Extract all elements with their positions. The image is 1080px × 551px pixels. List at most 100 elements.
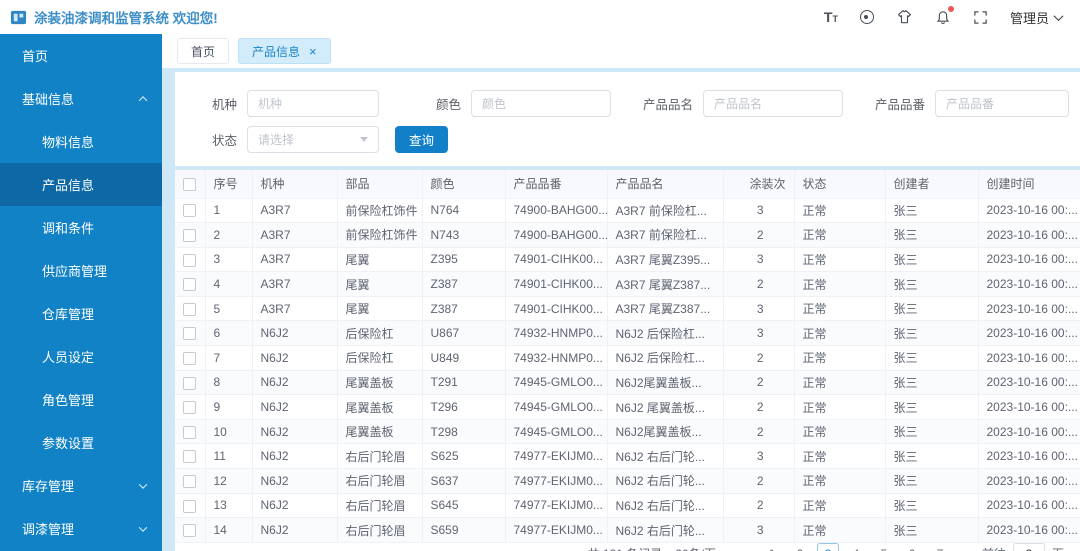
- cell-part: 尾翼盖板: [337, 419, 423, 445]
- row-checkbox[interactable]: [183, 253, 197, 267]
- row-checkbox[interactable]: [183, 401, 197, 415]
- row-checkbox[interactable]: [183, 376, 197, 390]
- cell-product-name: A3R7 前保险杠...: [607, 222, 724, 248]
- status-select[interactable]: 请选择: [247, 126, 379, 153]
- product-no-label: 产品品番: [874, 98, 925, 112]
- row-checkbox[interactable]: [183, 229, 197, 243]
- cell-part: 前保险杠饰件: [337, 222, 423, 248]
- sidebar-item-参数设置[interactable]: 参数设置: [0, 421, 162, 464]
- user-name: 管理员: [1009, 10, 1049, 26]
- cell-part: 尾翼: [337, 271, 423, 297]
- cell-product-name: A3R7 尾翼Z395...: [607, 247, 724, 273]
- cell-product-name: N6J2尾翼盖板...: [607, 419, 724, 445]
- search-button[interactable]: 查询: [395, 126, 449, 153]
- close-icon[interactable]: ×: [309, 45, 317, 58]
- cell-coat-count: 3: [723, 320, 795, 347]
- cell-part: 后保险杠: [337, 345, 423, 371]
- page-button-5[interactable]: 5: [873, 543, 895, 551]
- cell-part: 右后门轮眉: [337, 443, 423, 470]
- page-button-4[interactable]: 4: [845, 543, 867, 551]
- row-checkbox[interactable]: [183, 352, 197, 366]
- cell-index: 2: [205, 222, 253, 248]
- prev-page-button[interactable]: ‹: [743, 546, 748, 551]
- row-checkbox[interactable]: [183, 278, 197, 292]
- cell-coat-count: 3: [723, 443, 795, 470]
- page-button-1[interactable]: 1: [761, 543, 783, 551]
- page-button-3[interactable]: 3: [816, 542, 839, 551]
- product-no-input[interactable]: [935, 90, 1069, 117]
- sidebar-item-home[interactable]: 首页: [0, 34, 162, 77]
- cell-index: 4: [205, 271, 253, 297]
- cell-product-name: N6J2 尾翼盖板...: [607, 394, 724, 420]
- page-size-select[interactable]: 20条/页: [675, 545, 730, 551]
- page-button-2[interactable]: 2: [789, 543, 811, 551]
- column-header-product-name: 产品品名: [607, 170, 724, 199]
- cell-product-no: 74932-HNMP0...: [505, 320, 608, 347]
- row-checkbox[interactable]: [183, 474, 197, 488]
- notification-badge: [947, 5, 954, 12]
- row-checkbox[interactable]: [183, 524, 197, 538]
- sidebar-item-供应商管理[interactable]: 供应商管理: [0, 249, 162, 292]
- chevron-up-icon: [138, 95, 148, 105]
- cell-index: 7: [205, 345, 253, 371]
- machine-input[interactable]: [247, 90, 379, 117]
- theme-icon[interactable]: [896, 9, 913, 25]
- table-row: 1 A3R7 前保险杠饰件 N764 74900-BAHG00... A3R7 前保险杠.…: [175, 198, 1080, 224]
- sidebar-group-paint-mixing[interactable]: 调漆管理: [0, 507, 162, 550]
- sidebar-group-inventory[interactable]: 库存管理: [0, 464, 162, 507]
- sidebar-item-角色管理[interactable]: 角色管理: [0, 378, 162, 421]
- cell-color: T291: [422, 370, 506, 396]
- cell-index: 12: [205, 468, 253, 494]
- tab-label: 产品信息: [252, 44, 301, 59]
- tab-home[interactable]: 首页: [177, 38, 230, 64]
- sidebar-item-物料信息[interactable]: 物料信息: [0, 120, 162, 163]
- color-input[interactable]: [471, 90, 611, 117]
- target-icon[interactable]: [859, 10, 874, 24]
- cell-machine: N6J2: [252, 517, 338, 543]
- fullscreen-icon[interactable]: [973, 10, 988, 25]
- sidebar-item-仓库管理[interactable]: 仓库管理: [0, 292, 162, 335]
- cell-created-at: 2023-10-16 00:...: [978, 345, 1080, 371]
- cell-creator: 张三: [885, 296, 979, 322]
- cell-status: 正常: [794, 271, 886, 297]
- cell-machine: A3R7: [252, 247, 338, 273]
- table-row: 3 A3R7 尾翼 Z395 74901-CIHK00... A3R7 尾翼Z395...…: [175, 247, 1080, 273]
- row-checkbox[interactable]: [183, 302, 197, 316]
- cell-status: 正常: [794, 468, 886, 494]
- table-row: 12 N6J2 右后门轮眉 S637 74977-EKIJM0... N6J2 右后门轮.…: [175, 468, 1080, 494]
- goto-page-input[interactable]: [1012, 542, 1045, 551]
- select-all-checkbox[interactable]: [183, 177, 197, 191]
- status-select-placeholder: 请选择: [258, 133, 295, 147]
- cell-creator: 张三: [885, 419, 979, 445]
- goto-label: 前往: [982, 545, 1006, 551]
- caret-down-icon: [1053, 10, 1064, 21]
- cell-product-no: 74977-EKIJM0...: [505, 493, 608, 519]
- pagination-pages: 1234567: [761, 542, 951, 551]
- cell-product-no: 74901-CIHK00...: [505, 296, 608, 322]
- sidebar-item-调和条件[interactable]: 调和条件: [0, 206, 162, 249]
- sidebar-group-basic-info[interactable]: 基础信息: [0, 77, 162, 120]
- cell-coat-count: 2: [723, 493, 795, 519]
- user-menu[interactable]: 管理员: [1009, 8, 1064, 27]
- sidebar-item-人员设定[interactable]: 人员设定: [0, 335, 162, 378]
- page-button-6[interactable]: 6: [901, 543, 923, 551]
- cell-color: Z387: [422, 296, 506, 322]
- cell-status: 正常: [794, 345, 886, 371]
- row-checkbox[interactable]: [183, 450, 197, 464]
- next-page-button[interactable]: ›: [964, 546, 969, 551]
- row-checkbox[interactable]: [183, 425, 197, 439]
- cell-status: 正常: [794, 370, 886, 396]
- sidebar-item-产品信息[interactable]: 产品信息: [0, 163, 162, 206]
- cell-created-at: 2023-10-16 00:...: [978, 443, 1080, 470]
- row-checkbox[interactable]: [183, 204, 197, 218]
- row-checkbox[interactable]: [183, 327, 197, 341]
- cell-created-at: 2023-10-16 00:...: [978, 517, 1080, 543]
- row-checkbox[interactable]: [183, 499, 197, 513]
- page-button-7[interactable]: 7: [929, 543, 951, 551]
- font-size-icon[interactable]: TT: [824, 10, 838, 24]
- tab-product-info[interactable]: 产品信息 ×: [238, 38, 331, 64]
- notification-icon[interactable]: [935, 5, 954, 26]
- cell-machine: N6J2: [252, 419, 338, 445]
- cell-product-name: N6J2 右后门轮...: [607, 493, 724, 519]
- product-name-input[interactable]: [703, 90, 843, 117]
